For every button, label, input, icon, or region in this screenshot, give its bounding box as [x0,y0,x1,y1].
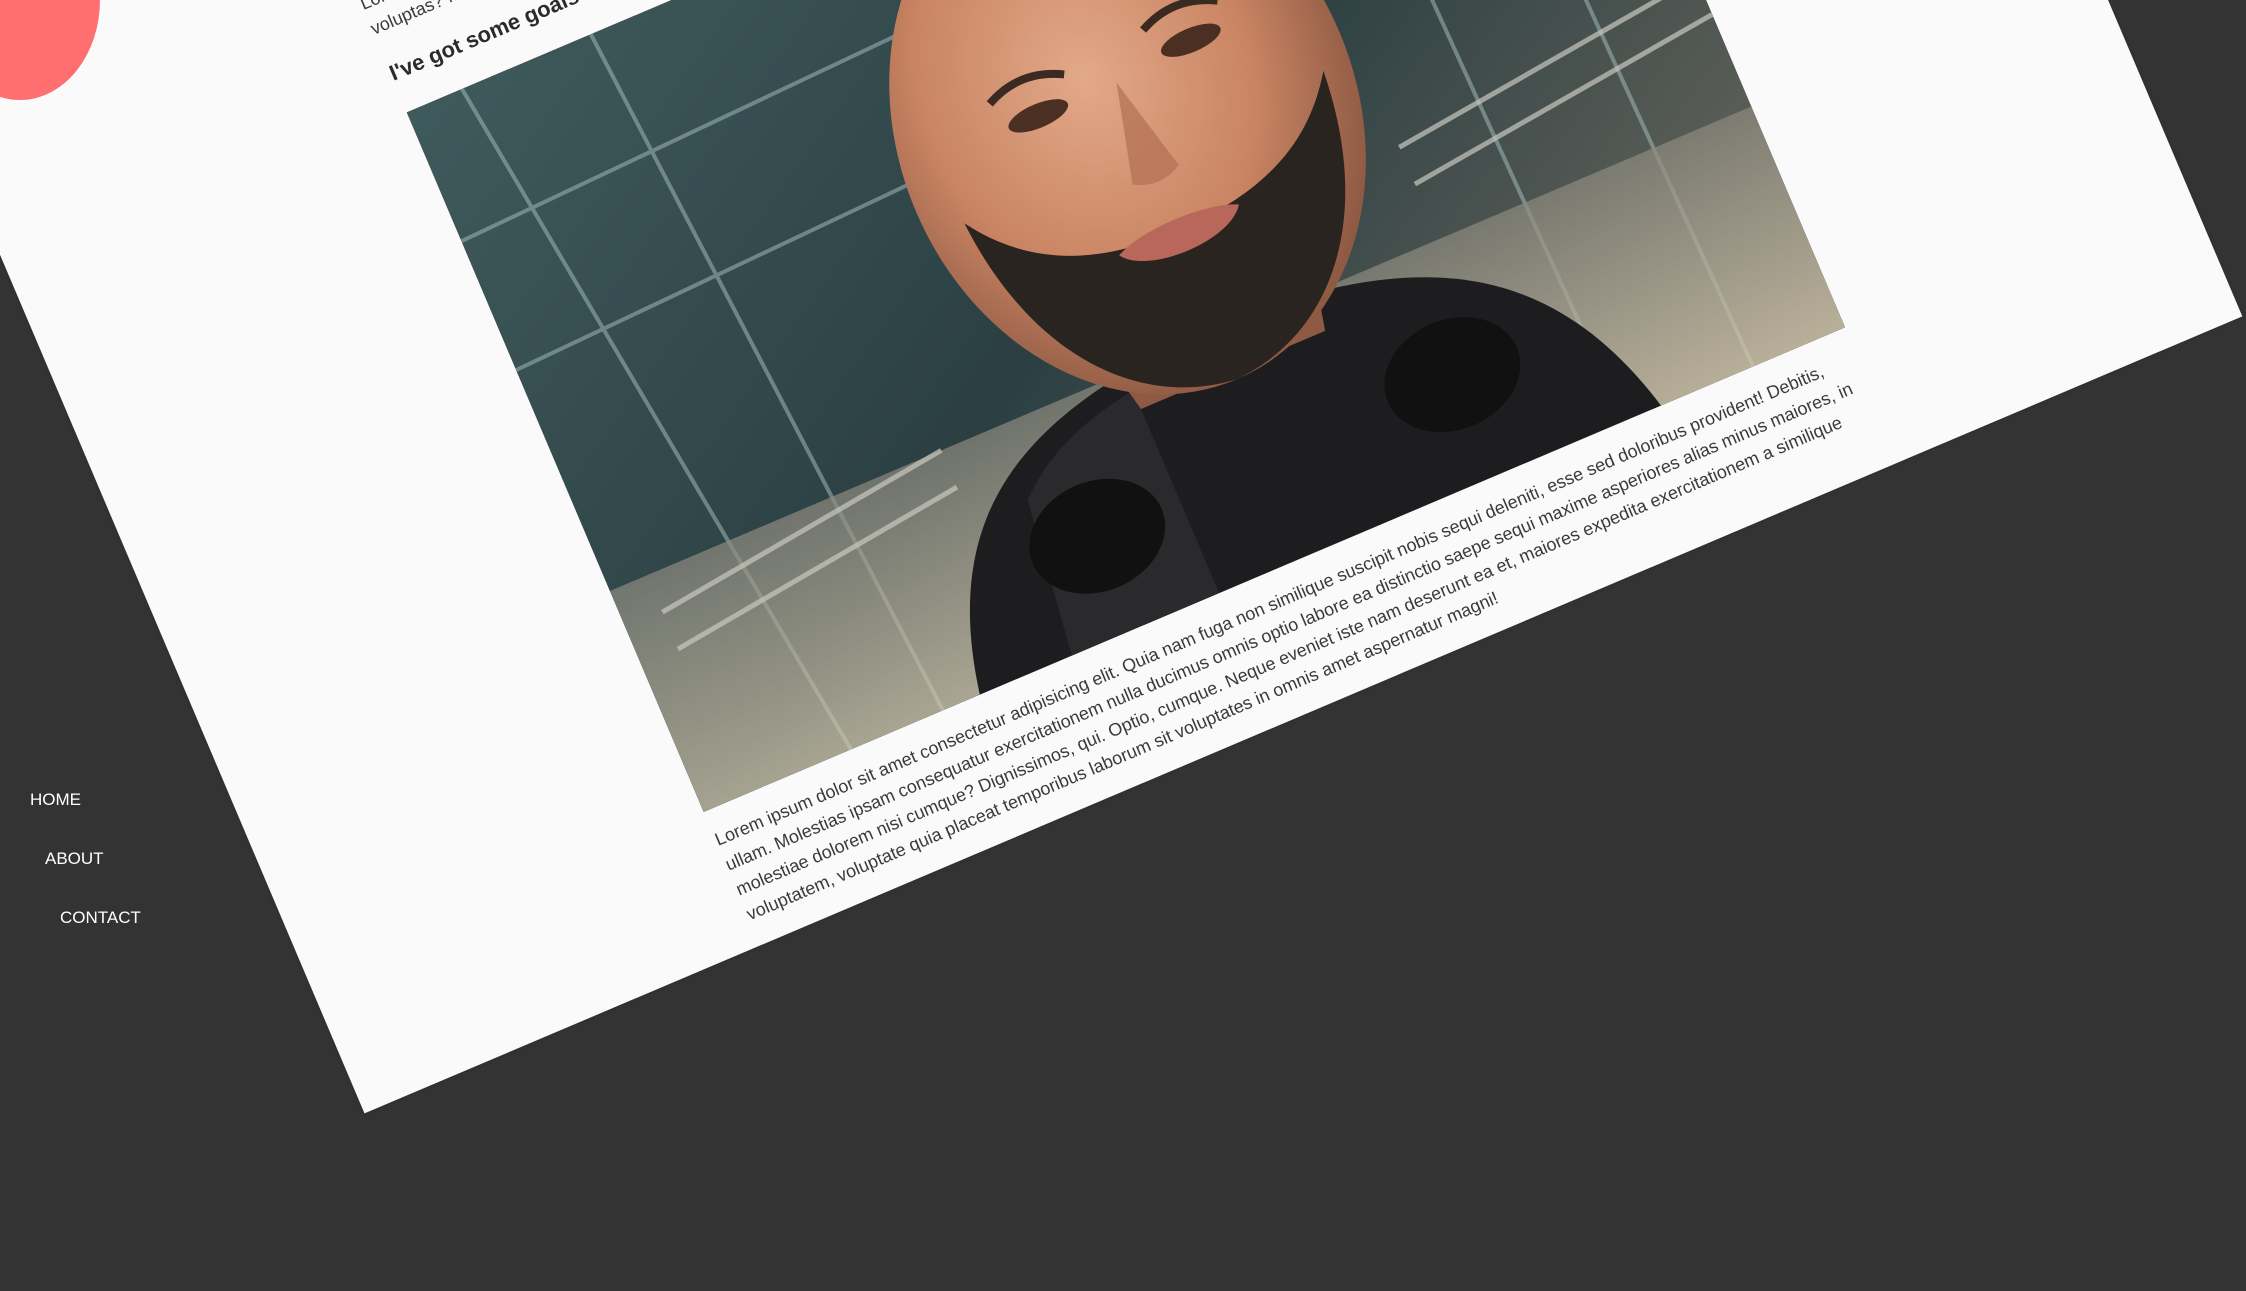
article-content: Lorem ipsum dolor sit amet consectetur a… [356,0,1858,928]
viewport: Lorem ipsum dolor sit amet consectetur a… [0,0,2246,1291]
article-page: Lorem ipsum dolor sit amet consectetur a… [0,0,2243,1114]
nav-item-home[interactable]: HOME [30,790,81,810]
nav-item-about[interactable]: ABOUT [45,849,104,869]
nav-item-contact[interactable]: CONTACT [60,908,141,928]
